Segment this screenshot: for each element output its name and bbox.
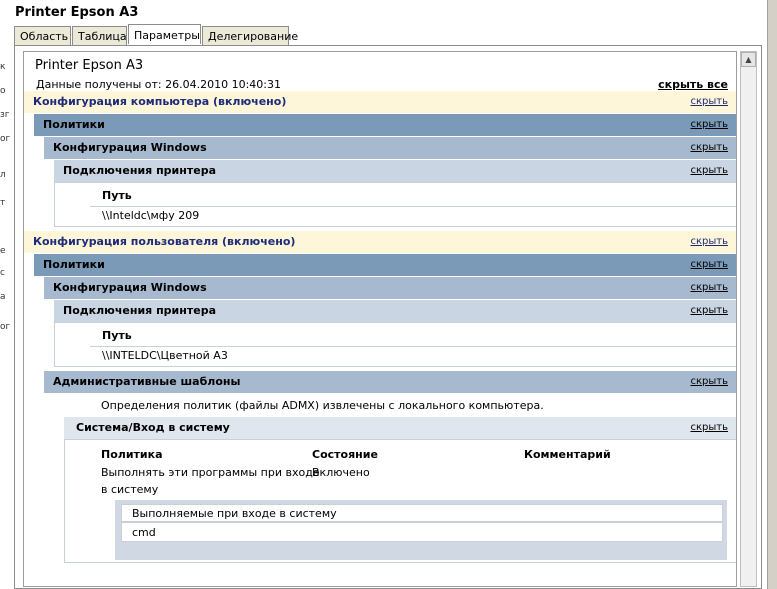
printer-connections-label: Подключения принтера [63,304,216,317]
hide-link[interactable]: скрыть [691,160,729,182]
hide-link[interactable]: скрыть [691,277,729,299]
computer-config-label: Конфигурация компьютера (включено) [33,95,287,108]
hide-link[interactable]: скрыть [691,254,729,276]
tab-scope[interactable]: Область [14,26,71,45]
divider [90,206,736,207]
title-bar: Printer Epson A3 [10,0,767,26]
hide-link[interactable]: скрыть [691,137,729,159]
programs-sub-box: Выполняемые при входе в систему cmd [115,500,727,560]
admin-templates-label: Административные шаблоны [53,375,241,388]
col-policy-header: Политика [101,448,163,461]
scroll-up-arrow-icon[interactable]: ▲ [741,52,756,67]
hide-link[interactable]: скрыть [691,371,729,393]
policy-name-line1: Выполнять эти программы при входе [101,466,320,479]
printer-connections-label: Подключения принтера [63,164,216,177]
tab-table[interactable]: Таблица [72,26,127,45]
system-logon-label: Система/Вход в систему [76,421,230,434]
admx-note: Определения политик (файлы ADMX) извлече… [101,399,544,412]
user-printer-connections-header[interactable]: Подключения принтера скрыть [54,300,736,322]
settings-panel: Printer Epson A3 Данные получены от: 26.… [14,45,762,589]
sub-value: cmd [132,526,156,539]
user-config-header[interactable]: Конфигурация пользователя (включено) скр… [24,231,736,253]
user-printer-box: Путь \\INTELDC\Цветной А3 [54,322,736,367]
admin-templates-header[interactable]: Административные шаблоны скрыть [44,371,736,393]
sub-header: Выполняемые при входе в систему [132,507,337,520]
received-timestamp: Данные получены от: 26.04.2010 10:40:31 [36,78,281,91]
col-comment-header: Комментарий [524,448,611,461]
hide-link[interactable]: скрыть [691,231,729,253]
user-windows-config-header[interactable]: Конфигурация Windows скрыть [44,277,736,299]
vertical-scrollbar[interactable]: ▲ [740,51,757,587]
tab-scope-label: Область [20,30,69,43]
computer-windows-config-header[interactable]: Конфигурация Windows скрыть [44,137,736,159]
path-value: \\Inteldc\мфу 209 [102,209,200,222]
tab-table-label: Таблица [78,30,127,43]
report-view: Printer Epson A3 Данные получены от: 26.… [23,51,737,587]
policy-name-line2: в систему [101,483,159,496]
computer-config-header[interactable]: Конфигурация компьютера (включено) скрыт… [24,91,736,113]
right-edge [767,0,777,589]
tab-settings-label: Параметры [134,29,200,42]
hide-all-link[interactable]: скрыть все [658,78,728,91]
app-window: к о зг ог л т е с а ог Printer Epson A3 … [0,0,777,589]
tab-delegation-label: Делегирование [208,30,299,43]
computer-printer-connections-header[interactable]: Подключения принтера скрыть [54,160,736,182]
system-logon-table: Политика Состояние Комментарий Выполнять… [64,439,736,563]
system-logon-header[interactable]: Система/Вход в систему скрыть [64,417,736,439]
hide-link[interactable]: скрыть [691,114,729,136]
path-value: \\INTELDC\Цветной А3 [102,349,228,362]
tab-delegation[interactable]: Делегирование [202,26,298,45]
windows-config-label: Конфигурация Windows [53,281,207,294]
path-label: Путь [102,329,132,342]
policy-state: Включено [312,466,370,479]
divider [90,346,736,347]
report-title: Printer Epson A3 [35,58,144,73]
hide-link[interactable]: скрыть [691,91,729,113]
left-clipped-pane: к о зг ог л т е с а ог [0,22,10,589]
hide-link[interactable]: скрыть [691,300,729,322]
policies-label: Политики [43,258,105,271]
sub-header-cell: Выполняемые при входе в систему [121,504,723,522]
sub-value-cell: cmd [121,522,723,542]
windows-config-label: Конфигурация Windows [53,141,207,154]
path-label: Путь [102,189,132,202]
tab-settings[interactable]: Параметры [128,24,201,44]
user-policies-header[interactable]: Политики скрыть [34,254,736,276]
computer-policies-header[interactable]: Политики скрыть [34,114,736,136]
policies-label: Политики [43,118,105,131]
computer-printer-box: Путь \\Inteldc\мфу 209 [54,182,736,227]
hide-link[interactable]: скрыть [691,417,729,439]
user-config-label: Конфигурация пользователя (включено) [33,235,296,248]
window-title: Printer Epson A3 [15,5,139,20]
col-state-header: Состояние [312,448,378,461]
